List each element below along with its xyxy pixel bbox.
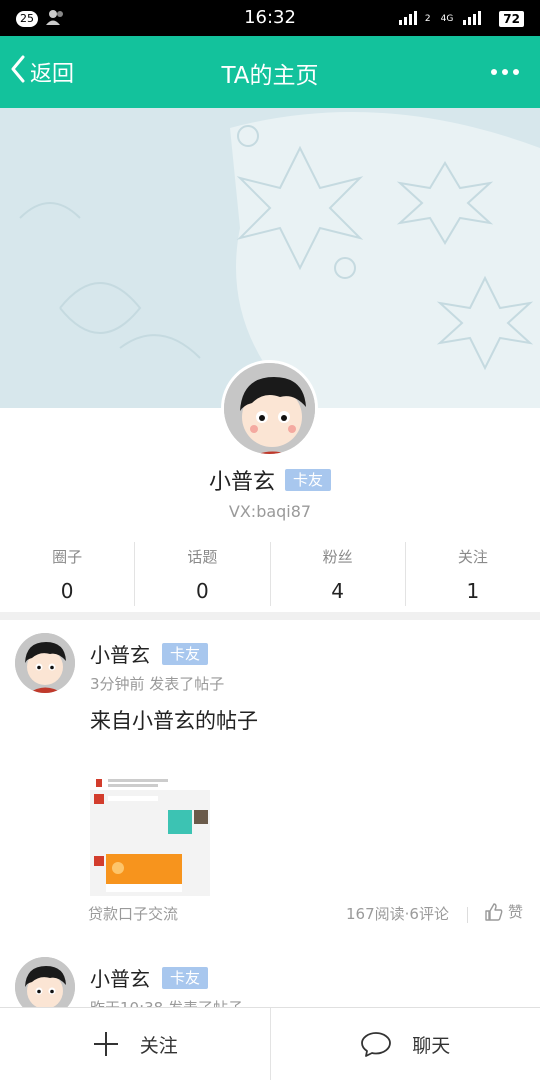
stat-value: 4 [331,579,344,603]
stat-circles[interactable]: 圈子 0 [0,542,134,606]
post-category-link[interactable]: 贷款口子交流 [88,903,178,924]
post-item[interactable]: 小普玄 卡友 昨天10:38 发表了帖子 [0,957,540,1007]
stat-label: 话题 [187,548,218,566]
profile-avatar[interactable] [221,360,318,457]
post-thumbnail-image[interactable] [90,776,210,896]
page-title: TA的主页 [221,63,319,89]
stat-label: 圈子 [52,548,83,566]
post-item[interactable]: 小普玄 卡友 3分钟前 发表了帖子 来自小普玄的帖子 贷款口子交流 167阅读·… [0,633,540,933]
post-meta: 昨天10:38 发表了帖子 [90,997,243,1007]
stat-value: 0 [60,579,74,603]
stat-label: 关注 [457,548,488,566]
profile-name: 小普玄 [208,470,275,495]
chat-bubble-icon [361,1032,392,1057]
stat-label: 粉丝 [322,548,353,566]
stat-following[interactable]: 关注 1 [404,542,540,606]
more-button[interactable] [490,58,520,86]
status-right: 2 4G 72 [398,9,524,29]
post-author-avatar[interactable] [15,633,75,693]
cartoon-avatar-icon [15,633,75,693]
follow-label: 关注 [139,1034,178,1057]
profile-vx: VX:baqi87 [228,502,312,521]
post-title: 来自小普玄的帖子 [90,709,258,733]
post-author-name: 小普玄 [90,643,150,667]
stat-fans[interactable]: 粉丝 4 [269,542,405,606]
stat-value: 1 [466,579,480,603]
thumbs-up-icon [485,902,503,921]
section-divider [0,612,540,620]
stat-topics[interactable]: 话题 0 [134,542,269,606]
post-author-avatar[interactable] [15,957,75,1007]
cartoon-avatar-icon [224,363,315,454]
post-author-row: 小普玄 卡友 [90,639,209,668]
cartoon-avatar-icon [15,957,75,1007]
post-meta: 3分钟前 发表了帖子 [90,675,225,693]
stat-value: 0 [196,579,209,603]
battery-icon: 72 [499,11,524,27]
post-stats: 167阅读·6评论 [346,905,449,923]
plus-icon [93,1032,118,1056]
profile-name-row: 小普玄 卡友 [0,464,540,496]
post-author-row: 小普玄 卡友 [90,963,209,992]
post-author-name: 小普玄 [90,967,150,991]
post-footer: 贷款口子交流 167阅读·6评论 赞 [0,901,540,927]
post-author-badge: 卡友 [162,642,209,665]
chat-label: 聊天 [412,1034,451,1057]
signal-icon [398,9,425,29]
like-button[interactable]: 赞 [484,901,523,922]
footer-divider [467,907,468,923]
network-label-1: 2 [424,14,431,24]
profile-badge: 卡友 [285,469,332,491]
like-label: 赞 [508,903,524,921]
chat-button[interactable]: 聊天 [269,1008,540,1080]
nav-bar: 返回 TA的主页 [0,36,540,108]
profile-stats: 圈子 0 话题 0 粉丝 4 关注 1 [0,542,540,606]
follow-button[interactable]: 关注 [0,1008,270,1080]
signal-icon-2 [463,9,489,29]
network-label-2: 4G [440,14,454,24]
bottom-action-bar: 关注 聊天 [0,1007,540,1080]
more-dots-icon [491,69,519,75]
status-bar: 25 16:32 2 4G 72 [0,0,540,36]
post-author-badge: 卡友 [162,966,209,989]
